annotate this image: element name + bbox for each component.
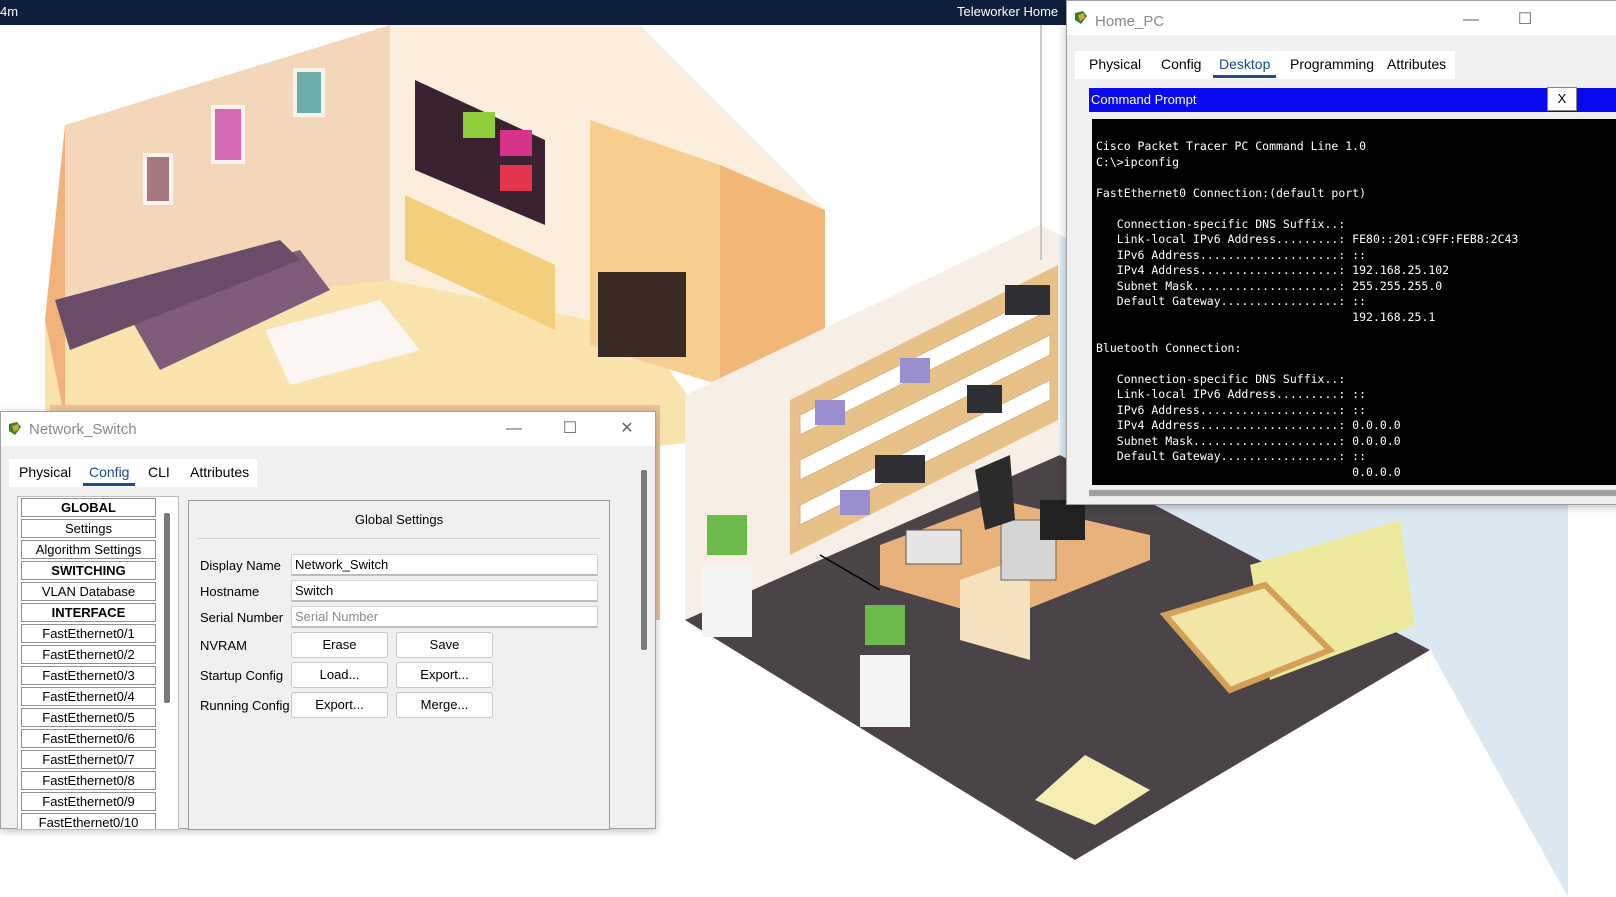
running-merge-button[interactable]: Merge... — [396, 692, 493, 718]
tab-attributes[interactable]: Attributes — [1377, 51, 1456, 79]
top-bar: 4m Teleworker Home — [0, 0, 1100, 25]
terminal-line: Bluetooth Connection: — [1096, 340, 1242, 355]
environment-name: Teleworker Home — [957, 4, 1059, 19]
terminal-line: Default Gateway.................: :: — [1096, 449, 1367, 463]
tab-attributes[interactable]: Attributes — [180, 459, 259, 487]
terminal-line: Default Gateway.................: :: — [1096, 294, 1367, 308]
maximize-button[interactable]: ☐ — [1505, 7, 1545, 33]
terminal-line: IPv4 Address....................: 0.0.0.… — [1096, 418, 1401, 432]
display-name-field[interactable]: Network_Switch — [291, 554, 598, 576]
startup-config-label: Startup Config — [200, 668, 284, 683]
home-pc-window: Home_PC — ☐ Physical Config Desktop Prog… — [1066, 0, 1616, 505]
switch-tabs: Physical Config CLI Attributes — [9, 459, 257, 487]
packet-tracer-icon — [9, 422, 21, 435]
terminal-line: 192.168.25.1 — [1096, 309, 1436, 324]
nav-item-fastethernet0-5[interactable]: FastEthernet0/5 — [21, 708, 156, 727]
terminal-line: 0.0.0.0 — [1096, 464, 1401, 479]
panel-divider — [198, 538, 600, 539]
display-name-label: Display Name — [200, 558, 281, 573]
nav-list-scrollbar[interactable] — [164, 513, 170, 703]
tab-config[interactable]: Config — [1151, 51, 1211, 79]
minimize-button[interactable]: — — [494, 416, 534, 442]
packet-tracer-workspace: 4m Teleworker Home Network_Switch — ☐ ✕ … — [0, 0, 1616, 897]
pc-window-title: Home_PC — [1095, 13, 1165, 30]
nav-item-algorithm-settings[interactable]: Algorithm Settings — [21, 540, 156, 559]
terminal-horizontal-scrollbar[interactable] — [1089, 489, 1616, 497]
terminal-line: Subnet Mask.....................: 255.25… — [1096, 278, 1443, 293]
running-config-label: Running Config — [200, 698, 290, 713]
nav-item-fastethernet0-8[interactable]: FastEthernet0/8 — [21, 771, 156, 790]
global-settings-panel: Global Settings Display Name Network_Swi… — [188, 500, 610, 830]
config-nav-list: GLOBAL Settings Algorithm Settings SWITC… — [17, 496, 179, 830]
nav-header-interface: INTERFACE — [21, 603, 156, 622]
nav-item-fastethernet0-3[interactable]: FastEthernet0/3 — [21, 666, 156, 685]
terminal-line: IPv4 Address....................: 192.16… — [1096, 263, 1450, 277]
close-button[interactable]: ✕ — [607, 416, 647, 442]
nvram-label: NVRAM — [200, 638, 247, 653]
command-prompt-terminal[interactable]: Cisco Packet Tracer PC Command Line 1.0 C… — [1092, 119, 1616, 485]
nav-header-global: GLOBAL — [21, 498, 156, 517]
nav-item-fastethernet0-7[interactable]: FastEthernet0/7 — [21, 750, 156, 769]
terminal-line: Link-local IPv6 Address.........: FE80::… — [1096, 232, 1519, 246]
terminal-line: FastEthernet0 Connection:(default port) — [1096, 185, 1367, 200]
panel-heading: Global Settings — [354, 512, 444, 527]
pc-tabs: Physical Config Desktop Programming Attr… — [1075, 51, 1455, 79]
tab-physical[interactable]: Physical — [1079, 51, 1151, 79]
nav-item-fastethernet0-9[interactable]: FastEthernet0/9 — [21, 792, 156, 811]
tab-programming[interactable]: Programming — [1280, 51, 1384, 79]
terminal-line: Link-local IPv6 Address.........: :: — [1096, 387, 1367, 401]
timer-text: 4m — [0, 4, 19, 19]
hostname-label: Hostname — [200, 584, 260, 599]
terminal-line: IPv6 Address....................: :: — [1096, 247, 1367, 262]
packet-tracer-icon — [1075, 11, 1087, 24]
nav-item-vlan-database[interactable]: VLAN Database — [21, 582, 156, 601]
terminal-line: C:\>ipconfig — [1096, 154, 1180, 169]
switch-title-bar[interactable]: Network_Switch — ☐ ✕ — [1, 412, 655, 446]
terminal-line: Connection-specific DNS Suffix..: — [1096, 216, 1346, 231]
nav-item-fastethernet0-2[interactable]: FastEthernet0/2 — [21, 645, 156, 664]
command-prompt-title-bar: Command Prompt — [1089, 88, 1616, 112]
hostname-field[interactable]: Switch — [291, 580, 598, 602]
command-prompt-close-button[interactable]: X — [1547, 87, 1577, 111]
tab-config[interactable]: Config — [79, 459, 139, 487]
nav-item-fastethernet0-1[interactable]: FastEthernet0/1 — [21, 624, 156, 643]
pc-title-bar[interactable]: Home_PC — ☐ — [1067, 1, 1616, 35]
nvram-erase-button[interactable]: Erase — [291, 632, 388, 658]
nav-item-fastethernet0-4[interactable]: FastEthernet0/4 — [21, 687, 156, 706]
terminal-line: Cisco Packet Tracer PC Command Line 1.0 — [1096, 139, 1367, 153]
tab-desktop[interactable]: Desktop — [1209, 51, 1280, 79]
terminal-line: Subnet Mask.....................: 0.0.0.… — [1096, 433, 1401, 448]
serial-number-field[interactable]: Serial Number — [291, 606, 598, 628]
switch-window-scrollbar[interactable] — [641, 470, 647, 650]
switch-window-title: Network_Switch — [29, 421, 137, 438]
terminal-line: IPv6 Address....................: :: — [1096, 402, 1367, 417]
terminal-line: Connection-specific DNS Suffix..: — [1096, 371, 1346, 386]
nav-item-fastethernet0-6[interactable]: FastEthernet0/6 — [21, 729, 156, 748]
nav-item-settings[interactable]: Settings — [21, 519, 156, 538]
serial-number-label: Serial Number — [200, 610, 284, 625]
nav-item-fastethernet0-10[interactable]: FastEthernet0/10 — [21, 813, 156, 829]
nvram-save-button[interactable]: Save — [396, 632, 493, 658]
tab-cli[interactable]: CLI — [138, 459, 180, 487]
minimize-button[interactable]: — — [1451, 7, 1491, 33]
network-switch-window: Network_Switch — ☐ ✕ Physical Config CLI… — [0, 411, 656, 830]
tab-physical[interactable]: Physical — [9, 459, 81, 487]
startup-export-button[interactable]: Export... — [396, 662, 493, 688]
maximize-button[interactable]: ☐ — [550, 416, 590, 442]
running-export-button[interactable]: Export... — [291, 692, 388, 718]
nav-header-switching: SWITCHING — [21, 561, 156, 580]
startup-load-button[interactable]: Load... — [291, 662, 388, 688]
